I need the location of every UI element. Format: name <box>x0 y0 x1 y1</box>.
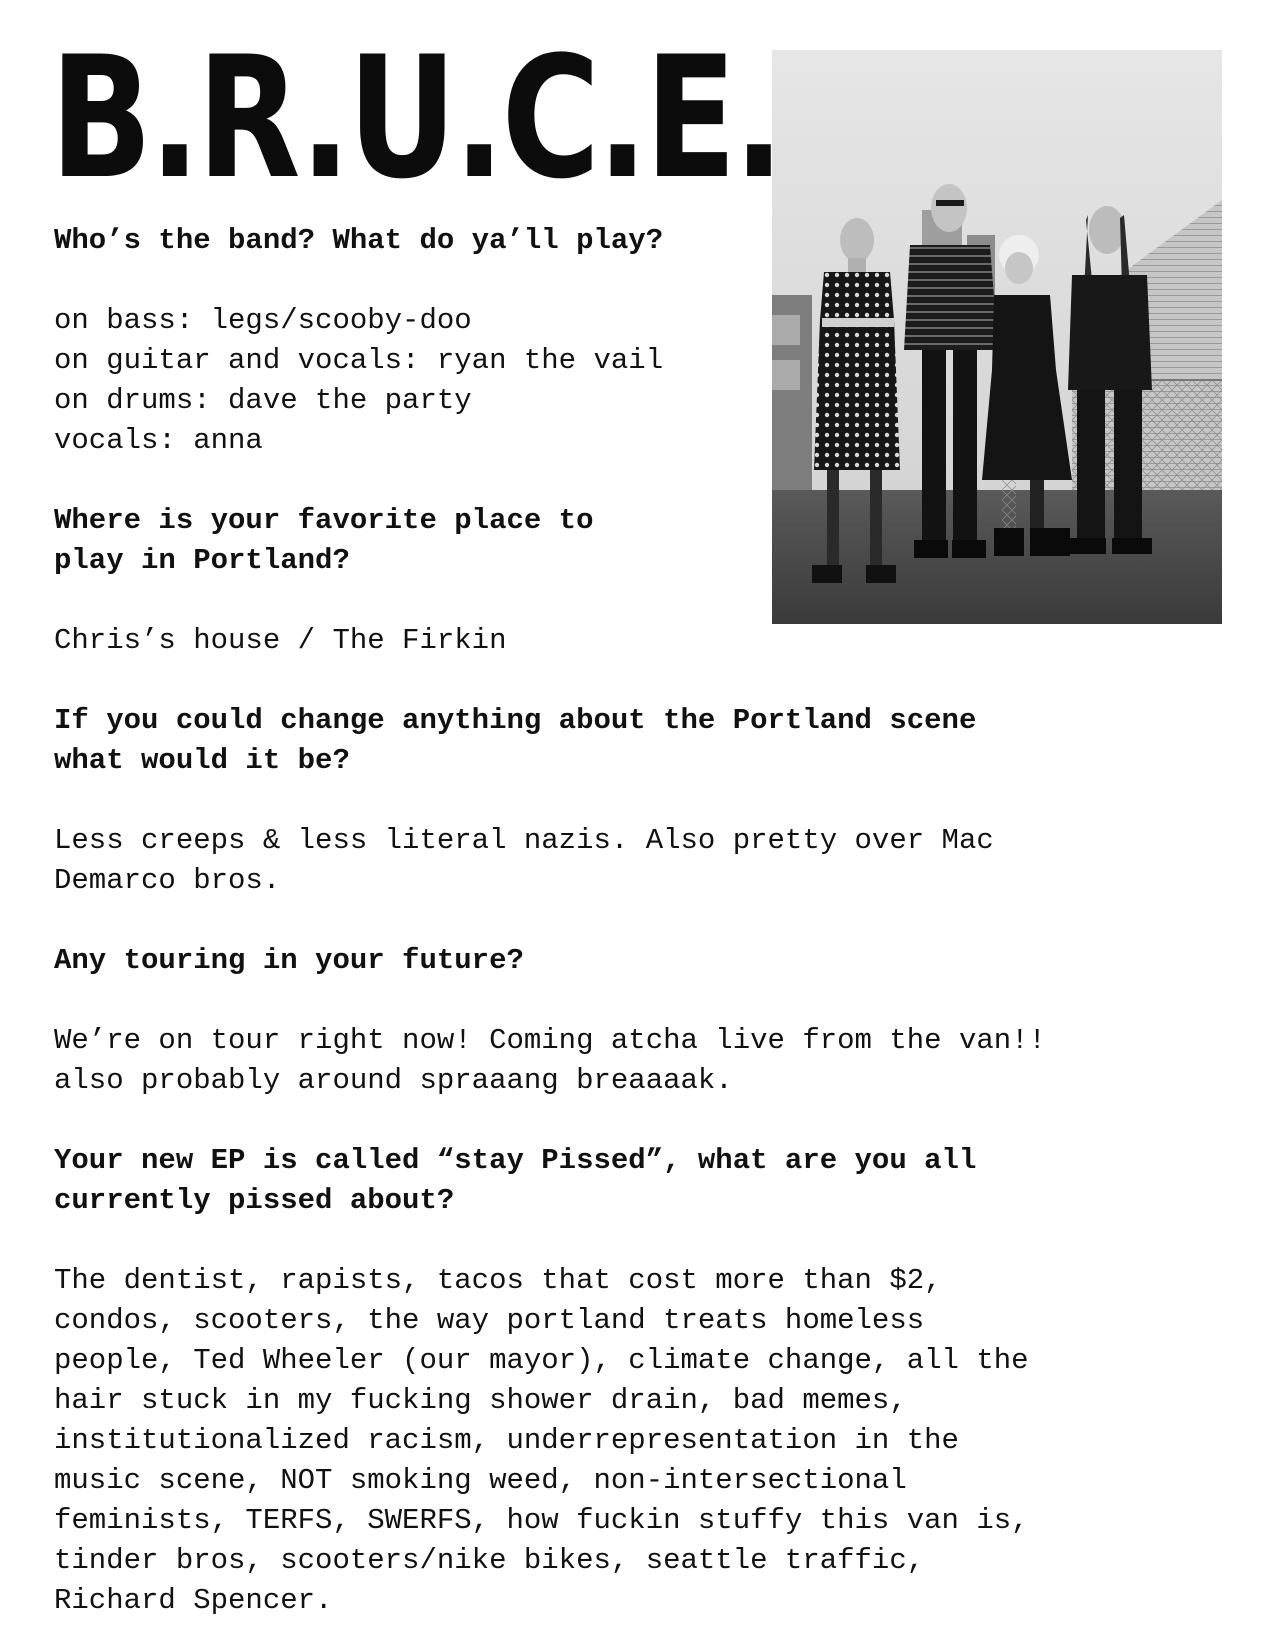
question: Any touring in your future? <box>54 944 524 977</box>
answer-line: The dentist, rapists, tacos that cost mo… <box>54 1264 942 1297</box>
question: Where is your favorite place to <box>54 504 594 537</box>
answer-line: on drums: dave the party <box>54 384 472 417</box>
answer-line: Richard Spencer. <box>54 1584 333 1617</box>
answer-line: tinder bros, scooters/nike bikes, seattl… <box>54 1544 925 1577</box>
qa-section: Your new EP is called “stay Pissed”, wha… <box>54 1141 1234 1621</box>
qa-section: If you could change anything about the P… <box>54 701 1234 901</box>
question: Your new EP is called “stay Pissed”, wha… <box>54 1144 977 1177</box>
question: currently pissed about? <box>54 1184 455 1217</box>
answer-line: also probably around spraaang breaaaak. <box>54 1064 733 1097</box>
answer-line: Chris’s house / The Firkin <box>54 624 507 657</box>
answer-line: Demarco bros. <box>54 864 281 897</box>
qa-section: Who’s the band? What do ya’ll play? on b… <box>54 221 1234 461</box>
answer-line: We’re on tour right now! Coming atcha li… <box>54 1024 1046 1057</box>
qa-section: Any touring in your future? We’re on tou… <box>54 941 1234 1101</box>
question: Who’s the band? What do ya’ll play? <box>54 224 664 257</box>
answer-line: people, Ted Wheeler (our mayor), climate… <box>54 1344 1029 1377</box>
answer-line: on guitar and vocals: ryan the vail <box>54 344 664 377</box>
answer-line: feminists, TERFS, SWERFS, how fuckin stu… <box>54 1504 1029 1537</box>
answer-line: condos, scooters, the way portland treat… <box>54 1304 925 1337</box>
question: what would it be? <box>54 744 350 777</box>
answer-line: vocals: anna <box>54 424 263 457</box>
answer-line: institutionalized racism, underrepresent… <box>54 1424 959 1457</box>
answer-line: Less creeps & less literal nazis. Also p… <box>54 824 994 857</box>
zine-page: B.R.U.C.E. Who’s the band? What do ya’ll… <box>0 0 1275 1650</box>
band-title: B.R.U.C.E. <box>50 20 784 216</box>
answer-line: music scene, NOT smoking weed, non-inter… <box>54 1464 907 1497</box>
qa-section: Where is your favorite place to play in … <box>54 501 1234 661</box>
interview: Who’s the band? What do ya’ll play? on b… <box>54 221 1234 1621</box>
answer-line: hair stuck in my fucking shower drain, b… <box>54 1384 907 1417</box>
answer-line: on bass: legs/scooby-doo <box>54 304 472 337</box>
question: play in Portland? <box>54 544 350 577</box>
question: If you could change anything about the P… <box>54 704 977 737</box>
